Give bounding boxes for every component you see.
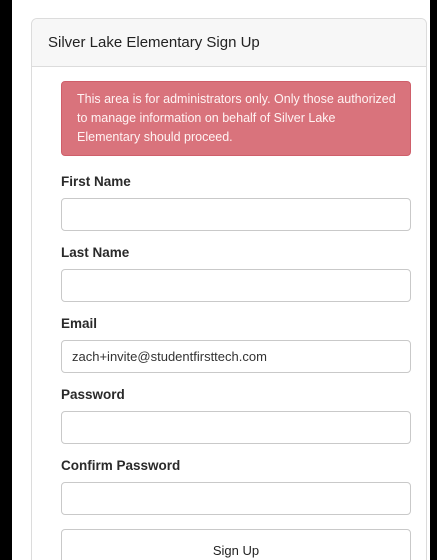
password-input[interactable] bbox=[61, 411, 411, 444]
confirm-password-field: Confirm Password bbox=[61, 458, 411, 515]
last-name-label: Last Name bbox=[61, 245, 130, 260]
card-header: Silver Lake Elementary Sign Up bbox=[32, 19, 426, 67]
email-label: Email bbox=[61, 316, 98, 331]
signup-card: Silver Lake Elementary Sign Up This area… bbox=[31, 18, 427, 560]
confirm-password-label: Confirm Password bbox=[61, 458, 181, 473]
admin-warning-alert: This area is for administrators only. On… bbox=[61, 81, 411, 156]
password-label: Password bbox=[61, 387, 125, 402]
confirm-password-input[interactable] bbox=[61, 482, 411, 515]
sign-up-button[interactable]: Sign Up bbox=[61, 529, 411, 560]
last-name-field: Last Name bbox=[61, 245, 411, 302]
page-frame: Silver Lake Elementary Sign Up This area… bbox=[12, 0, 430, 560]
card-title: Silver Lake Elementary Sign Up bbox=[48, 34, 260, 51]
first-name-label: First Name bbox=[61, 174, 131, 189]
password-field: Password bbox=[61, 387, 411, 444]
email-field: Email bbox=[61, 316, 411, 373]
email-input[interactable] bbox=[61, 340, 411, 373]
first-name-input[interactable] bbox=[61, 198, 411, 231]
first-name-field: First Name bbox=[61, 174, 411, 231]
card-body: This area is for administrators only. On… bbox=[32, 67, 426, 560]
last-name-input[interactable] bbox=[61, 269, 411, 302]
